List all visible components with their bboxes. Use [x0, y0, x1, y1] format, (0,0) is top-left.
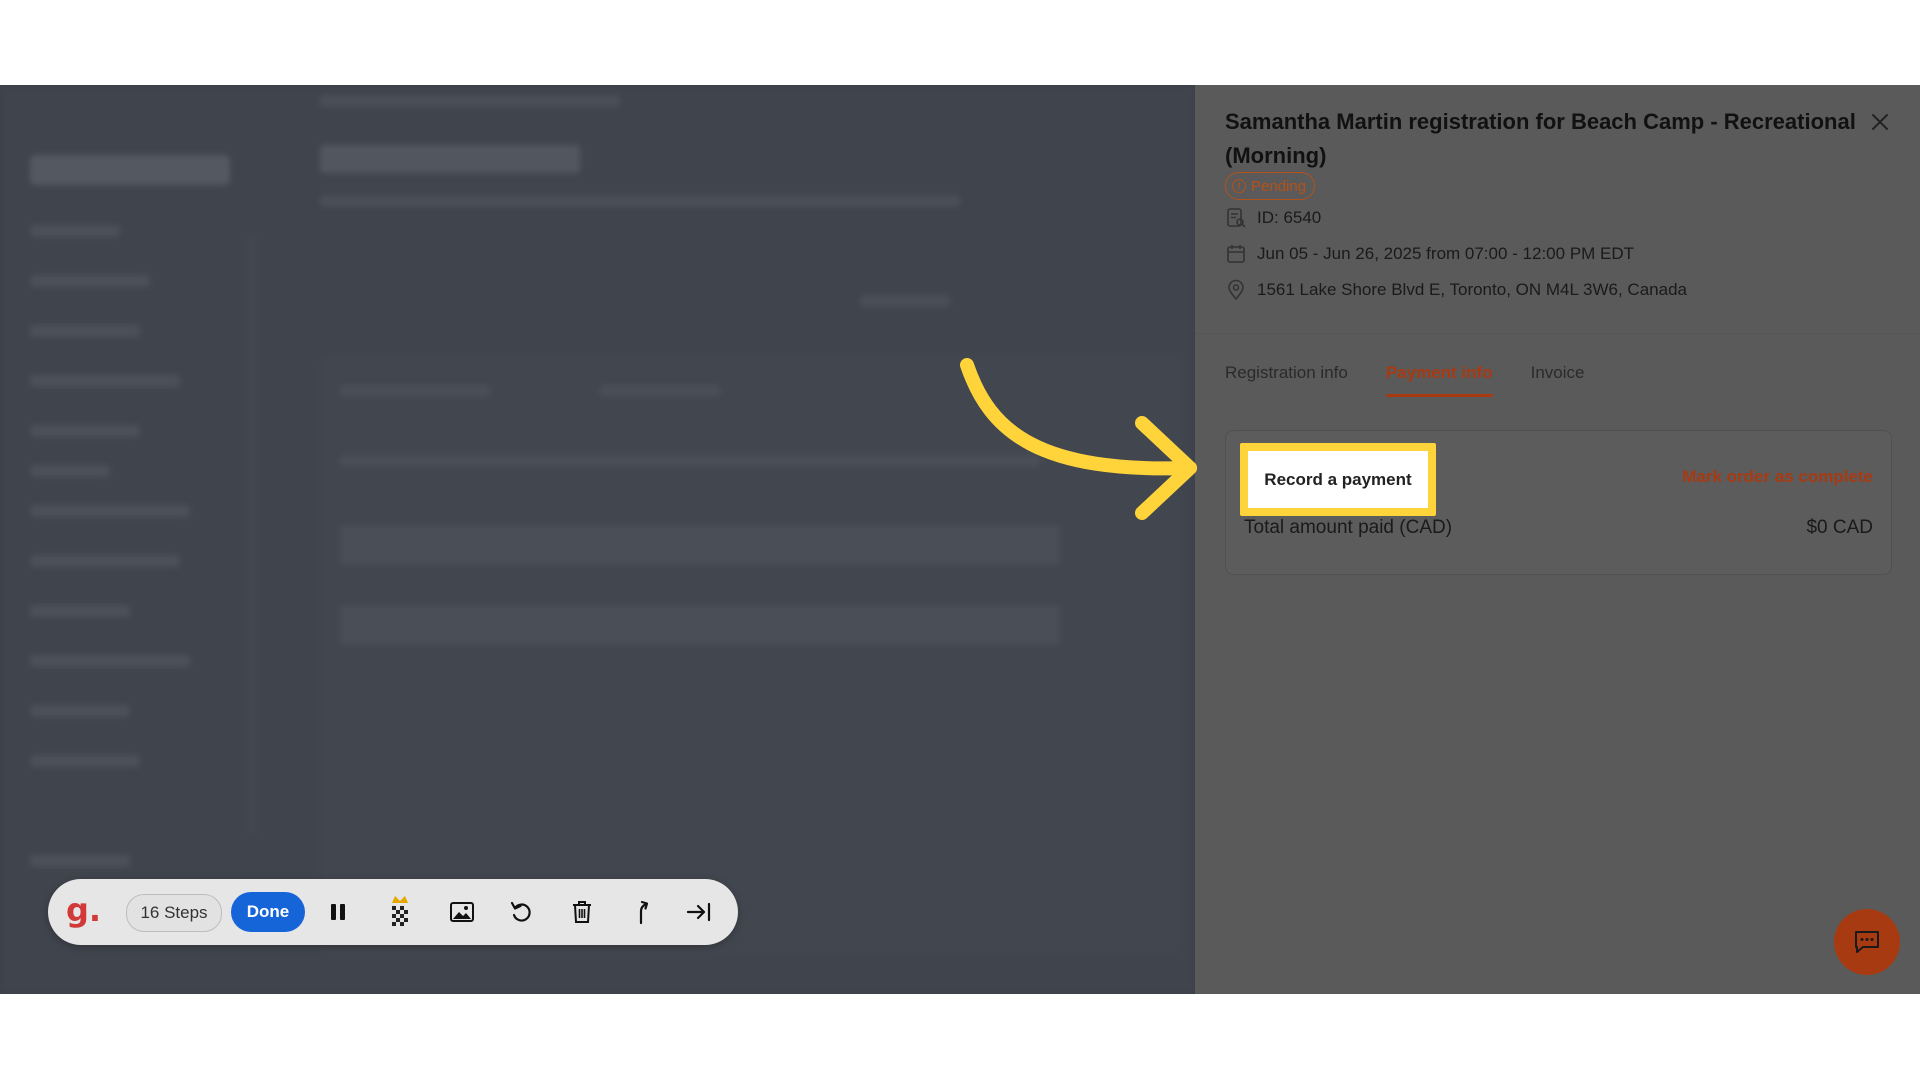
image-icon: [450, 902, 474, 922]
undo-button[interactable]: [507, 897, 537, 927]
pending-icon: !: [1232, 179, 1246, 193]
status-label: Pending: [1251, 177, 1307, 195]
background-button: [860, 295, 950, 307]
drawer-tabs: Registration info Payment info Invoice: [1225, 363, 1584, 397]
tab-payment-info[interactable]: Payment info: [1385, 363, 1493, 397]
tab-registration-info[interactable]: Registration info: [1225, 363, 1348, 397]
record-payment-button[interactable]: Record a payment: [1258, 468, 1418, 491]
skip-to-end-icon: [686, 902, 711, 922]
background-nav-item: [30, 325, 140, 337]
background-divider: [250, 235, 254, 835]
pause-icon: [331, 904, 345, 920]
registration-drawer: Samantha Martin registration for Beach C…: [1195, 85, 1920, 994]
done-button[interactable]: Done: [231, 892, 305, 932]
background-subtitle: [320, 195, 960, 207]
recorder-logo: g.: [66, 891, 102, 929]
payment-card: Record a payment Mark order as complete …: [1225, 430, 1892, 575]
registration-dates-row: Jun 05 - Jun 26, 2025 from 07:00 - 12:00…: [1225, 243, 1634, 265]
close-drawer-button[interactable]: [1865, 107, 1895, 137]
background-nav-item: [30, 755, 140, 767]
background-nav-item: [30, 655, 190, 667]
background-table-row: [340, 605, 1060, 645]
screen-stage: Samantha Martin registration for Beach C…: [0, 85, 1920, 994]
blur-icon: [392, 896, 408, 926]
document-search-icon: [1227, 208, 1246, 228]
location-pin-icon: [1228, 279, 1244, 301]
delete-button[interactable]: [567, 897, 597, 927]
total-paid-label: Total amount paid (CAD): [1244, 517, 1453, 538]
registration-address-row: 1561 Lake Shore Blvd E, Toronto, ON M4L …: [1225, 279, 1687, 301]
background-app-blurred: [0, 85, 1195, 994]
background-nav-item: [30, 505, 190, 517]
registration-id: ID: 6540: [1257, 208, 1322, 227]
recorder-toolbar: g. 16 Steps Done: [48, 879, 738, 945]
pause-button[interactable]: [323, 897, 353, 927]
total-paid-value: $0 CAD: [1806, 517, 1873, 538]
background-nav-item: [30, 855, 130, 867]
background-table-header: [340, 455, 1040, 467]
background-nav-item: [30, 225, 120, 237]
calendar-icon: [1227, 245, 1245, 263]
background-nav-item: [30, 465, 110, 477]
background-title: [320, 145, 580, 173]
background-nav-item: [30, 705, 130, 717]
chat-bubble-icon: [1855, 931, 1879, 953]
drawer-title: Samantha Martin registration for Beach C…: [1225, 109, 1856, 168]
blur-button[interactable]: [385, 891, 415, 931]
background-nav-item: [30, 555, 180, 567]
undo-icon: [510, 901, 531, 922]
background-breadcrumb: [320, 95, 620, 107]
background-nav-item: [30, 605, 130, 617]
registration-dates: Jun 05 - Jun 26, 2025 from 07:00 - 12:00…: [1257, 244, 1635, 263]
background-logo: [30, 155, 230, 185]
drawer-divider: [1195, 333, 1920, 334]
background-filter: [340, 385, 490, 397]
background-nav-item: [30, 425, 140, 437]
background-nav-item: [30, 375, 180, 387]
steps-count-button[interactable]: 16 Steps: [126, 894, 222, 932]
status-badge: ! Pending: [1225, 172, 1316, 200]
registration-id-row: ID: 6540: [1225, 207, 1321, 229]
branch-button[interactable]: [628, 897, 658, 927]
tab-invoice[interactable]: Invoice: [1531, 363, 1585, 397]
registration-address: 1561 Lake Shore Blvd E, Toronto, ON M4L …: [1257, 280, 1687, 299]
trash-icon: [573, 901, 591, 923]
annotation-arrow: [960, 358, 1197, 520]
mark-order-complete-link[interactable]: Mark order as complete: [1682, 467, 1873, 487]
chat-support-button[interactable]: [1834, 909, 1900, 975]
background-filter: [600, 385, 720, 397]
branch-icon: [639, 900, 649, 925]
image-button[interactable]: [447, 897, 477, 927]
skip-to-end-button[interactable]: [684, 897, 714, 927]
record-payment-highlight: Record a payment: [1240, 443, 1436, 516]
close-icon: [1872, 114, 1888, 130]
background-nav-item: [30, 275, 150, 287]
